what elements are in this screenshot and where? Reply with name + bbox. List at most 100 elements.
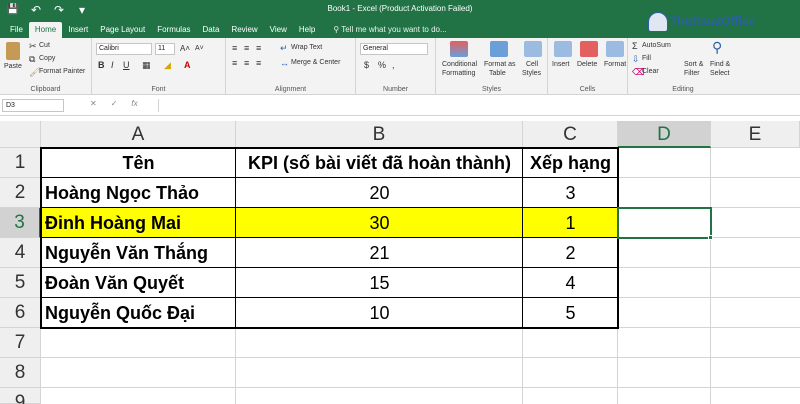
borders-icon[interactable]: ▦ [142,60,151,70]
row-header-3[interactable]: 3 [0,208,41,238]
cut-button[interactable]: Cut [39,42,50,49]
align-top-icon[interactable]: ≡ [232,43,237,53]
delete-button[interactable]: Delete [577,61,597,68]
align-center-icon[interactable]: ≡ [244,58,249,68]
conditional-label[interactable]: Conditional [442,61,477,68]
tab-data[interactable]: Data [197,22,226,38]
row-header-1[interactable]: 1 [0,148,41,178]
grow-font-icon[interactable]: A˄ [180,44,190,54]
merge-center-button[interactable]: Merge & Center [291,59,340,66]
italic-button[interactable]: I [111,60,114,70]
filter-label[interactable]: Filter [684,70,700,77]
conditional-formatting-icon[interactable] [450,41,468,57]
insert-function-icon[interactable]: fx [131,99,137,108]
bold-button[interactable]: B [98,60,105,70]
table-label[interactable]: Table [489,70,506,77]
tab-view[interactable]: View [264,22,293,38]
font-color-icon[interactable]: A [184,60,191,70]
column-header-c[interactable]: C [523,121,618,148]
sort-label[interactable]: Sort & [684,61,703,68]
align-bottom-icon[interactable]: ≡ [256,43,261,53]
align-right-icon[interactable]: ≡ [256,58,261,68]
styles-group: Conditional Formatting Format as Table C… [436,38,548,95]
delete-cells-icon[interactable] [580,41,598,57]
format-cells-icon[interactable] [606,41,624,57]
column-header-a[interactable]: A [41,121,236,148]
worksheet-grid[interactable]: A B C D E 1 2 3 4 5 6 7 8 9 Tên KPI (số … [0,121,800,404]
tab-home[interactable]: Home [28,22,63,38]
autosum-icon[interactable]: Σ [632,41,638,51]
comma-button[interactable]: , [392,60,395,70]
cell-label[interactable]: Cell [526,61,538,68]
merge-center-icon[interactable]: ↔ [280,58,289,68]
enter-icon[interactable]: ✓ [111,99,118,108]
align-left-icon[interactable]: ≡ [232,58,237,68]
tab-review[interactable]: Review [225,22,263,38]
formula-input[interactable] [158,99,798,112]
font-name-select[interactable]: Calibri [96,43,152,55]
font-group: Calibri 11 A˄ A˅ B I U ▦ ◢ A Font [92,38,226,95]
watermark-text: ThuthuatOffice [670,14,756,28]
fill-button[interactable]: Fill [642,55,651,62]
gridline [41,387,800,388]
cell-styles-label[interactable]: Styles [522,70,541,77]
name-box[interactable]: D3 [2,99,64,112]
shrink-font-icon[interactable]: A˅ [195,44,204,54]
tab-file[interactable]: File [4,22,29,38]
wrap-text-icon[interactable]: ↵ [280,43,288,53]
cell-styles-icon[interactable] [524,41,542,57]
paste-icon[interactable] [6,42,20,60]
copy-icon[interactable]: ⧉ [29,54,35,64]
insert-cells-icon[interactable] [554,41,572,57]
tell-me-search[interactable]: ⚲ Tell me what you want to do... [327,22,452,38]
row-header-4[interactable]: 4 [0,238,41,268]
chef-hat-icon [648,12,668,32]
format-button[interactable]: Format [604,61,626,68]
row-header-5[interactable]: 5 [0,268,41,298]
row-header-7[interactable]: 7 [0,328,41,358]
row-header-6[interactable]: 6 [0,298,41,328]
fill-color-icon[interactable]: ◢ [164,60,171,70]
copy-button[interactable]: Copy [39,55,55,62]
tab-help[interactable]: Help [293,22,321,38]
row-header-9[interactable]: 9 [0,388,41,404]
find-label[interactable]: Find & [710,61,730,68]
tab-insert[interactable]: Insert [62,22,94,38]
column-header-e[interactable]: E [711,121,800,148]
format-painter-button[interactable]: Format Painter [39,68,85,75]
font-size-select[interactable]: 11 [155,43,175,55]
gridline [41,357,800,358]
underline-button[interactable]: U [123,60,130,70]
column-header-b[interactable]: B [236,121,523,148]
row-header-2[interactable]: 2 [0,178,41,208]
column-header-d[interactable]: D [618,121,711,148]
cells-group: Insert Delete Format Cells [548,38,628,95]
cancel-icon[interactable]: ✕ [90,99,97,108]
fill-handle[interactable] [708,235,713,240]
selected-cell-d3[interactable] [617,207,712,239]
tab-formulas[interactable]: Formulas [151,22,196,38]
select-all-button[interactable] [0,121,41,148]
clipboard-group: Paste ✂ Cut ⧉ Copy 🖌 Format Painter Clip… [0,38,92,95]
styles-label: Styles [481,86,502,93]
number-format-select[interactable]: General [360,43,428,55]
row-header-8[interactable]: 8 [0,358,41,388]
format-as-table-icon[interactable] [490,41,508,57]
percent-button[interactable]: % [378,60,386,70]
fill-icon[interactable]: ⇩ [632,54,640,64]
cut-icon[interactable]: ✂ [29,41,37,51]
cells-label: Cells [579,86,596,93]
currency-button[interactable]: $ [364,60,369,70]
clear-button[interactable]: Clear [642,68,659,75]
select-label[interactable]: Select [710,70,729,77]
number-group: General $ % , Number [356,38,436,95]
formatting-label[interactable]: Formatting [442,70,475,77]
tab-page-layout[interactable]: Page Layout [94,22,151,38]
paste-button[interactable]: Paste [4,63,22,70]
insert-button[interactable]: Insert [552,61,570,68]
number-label: Number [383,86,408,93]
clipboard-label: Clipboard [30,86,61,93]
align-middle-icon[interactable]: ≡ [244,43,249,53]
wrap-text-button[interactable]: Wrap Text [291,44,322,51]
format-as-label[interactable]: Format as [484,61,516,68]
